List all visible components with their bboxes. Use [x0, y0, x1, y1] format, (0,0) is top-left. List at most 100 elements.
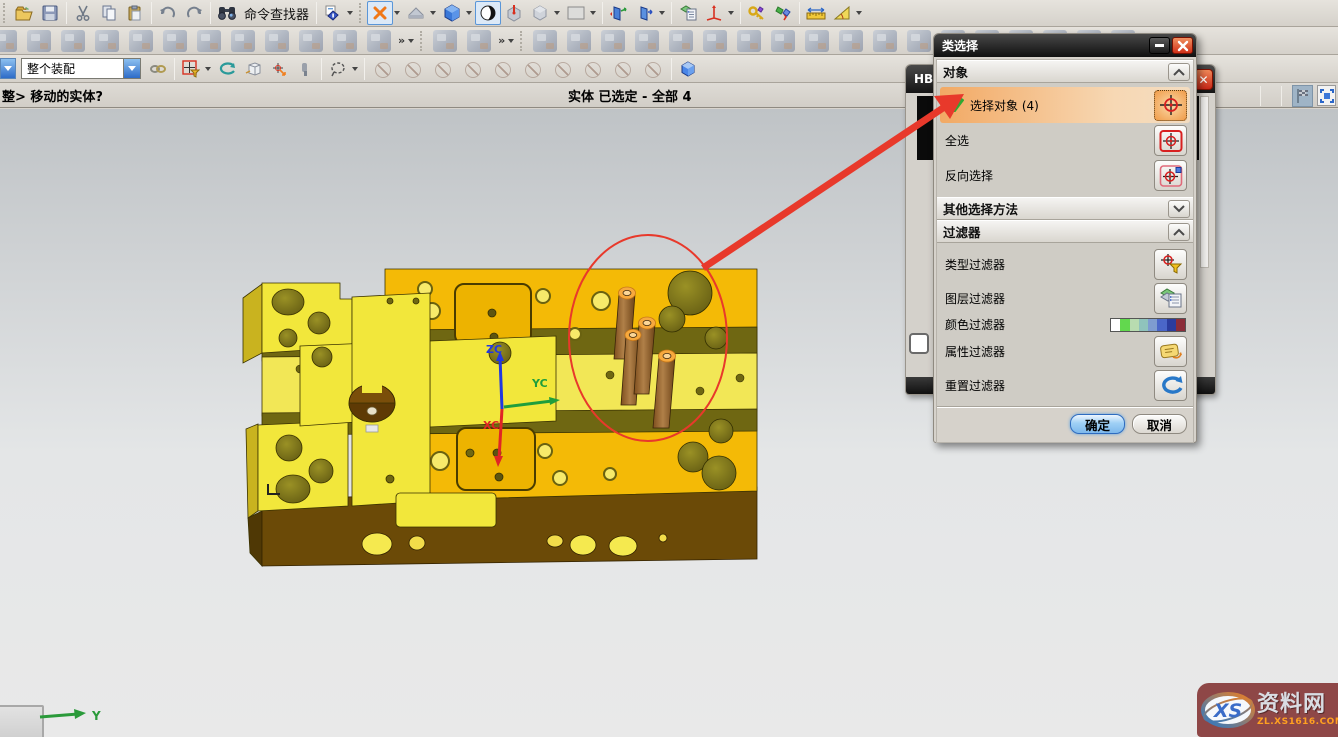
color-swatch[interactable] [1130, 319, 1139, 331]
modeling-feature-icon[interactable] [737, 30, 761, 52]
restore-window-icon[interactable] [1317, 85, 1336, 106]
interpart-link-icon[interactable] [145, 57, 171, 81]
snap-point-icon[interactable] [522, 59, 544, 79]
snap-point-icon[interactable] [612, 59, 634, 79]
modeling-feature-icon[interactable] [567, 30, 591, 52]
close-icon[interactable] [1172, 37, 1193, 54]
shaded-display-icon[interactable] [475, 1, 501, 25]
modeling-feature-icon[interactable] [61, 30, 85, 52]
display-color-swatch-icon[interactable] [563, 1, 589, 25]
dropdown-caret[interactable] [659, 11, 665, 15]
point-constructor-icon[interactable] [266, 57, 292, 81]
dropdown-caret[interactable] [430, 11, 436, 15]
move-face-icon[interactable] [606, 1, 632, 25]
wireframe-cube-icon[interactable] [527, 1, 553, 25]
ok-button[interactable]: 确定 [1070, 414, 1125, 434]
toolbar-overflow[interactable]: » [498, 34, 505, 47]
snap-point-icon[interactable] [372, 59, 394, 79]
layer-filter-row[interactable]: 图层过滤器 [940, 281, 1190, 315]
datum-csys-icon[interactable] [501, 1, 527, 25]
open-icon[interactable] [11, 1, 37, 25]
modeling-feature-icon[interactable] [839, 30, 863, 52]
minimize-icon[interactable] [1149, 37, 1170, 54]
modeling-feature-icon[interactable] [0, 30, 17, 52]
selection-filter-icon[interactable] [178, 57, 204, 81]
scrollbar[interactable] [1200, 96, 1209, 268]
reset-filter-button[interactable] [1154, 370, 1187, 401]
modeling-feature-icon[interactable] [433, 30, 457, 52]
modeling-feature-icon[interactable] [367, 30, 391, 52]
checkbox[interactable] [909, 333, 929, 354]
type-filter-row[interactable]: 类型过滤器 [940, 247, 1190, 281]
copy-icon[interactable] [96, 1, 122, 25]
collapse-chevron-icon[interactable] [1168, 223, 1190, 241]
section-header-filters[interactable]: 过滤器 [937, 220, 1193, 243]
color-swatch[interactable] [1148, 319, 1157, 331]
modeling-feature-icon[interactable] [467, 30, 491, 52]
modeling-feature-icon[interactable] [907, 30, 931, 52]
expand-chevron-icon[interactable] [1168, 200, 1190, 218]
dropdown-caret[interactable] [554, 11, 560, 15]
color-swatch[interactable] [1167, 319, 1176, 331]
modeling-feature-icon[interactable] [873, 30, 897, 52]
modeling-feature-icon[interactable] [703, 30, 727, 52]
collapse-chevron-icon[interactable] [1168, 63, 1190, 81]
dialog-box-icon[interactable] [240, 57, 266, 81]
color-swatch[interactable] [1111, 319, 1120, 331]
command-finder-icon[interactable] [214, 1, 240, 25]
modeling-feature-icon[interactable] [231, 30, 255, 52]
color-swatch[interactable] [1139, 319, 1148, 331]
toolbar-grip[interactable] [420, 31, 425, 51]
dropdown-caret[interactable] [408, 39, 414, 43]
wcs-display-icon[interactable] [701, 1, 727, 25]
snap-point-icon[interactable] [402, 59, 424, 79]
measure-angle-icon[interactable] [829, 1, 855, 25]
attribute-filter-row[interactable]: 属性过滤器 [940, 334, 1190, 368]
transform-face-icon[interactable] [632, 1, 658, 25]
select-all-row[interactable]: 全选 [940, 123, 1190, 158]
dropdown-caret[interactable] [466, 11, 472, 15]
section-header-other-methods[interactable]: 其他选择方法 [937, 197, 1193, 220]
modeling-feature-icon[interactable] [333, 30, 357, 52]
modeling-feature-icon[interactable] [95, 30, 119, 52]
dropdown-caret[interactable] [856, 11, 862, 15]
layer-filter-button[interactable] [1154, 283, 1187, 314]
dropdown-caret[interactable] [352, 67, 358, 71]
snap-point-icon[interactable] [582, 59, 604, 79]
dropdown-caret[interactable] [347, 11, 353, 15]
modeling-feature-icon[interactable] [129, 30, 153, 52]
paste-icon[interactable] [122, 1, 148, 25]
toolbar-grip[interactable] [520, 31, 525, 51]
toolbar-grip[interactable] [3, 3, 8, 23]
dropdown-caret[interactable] [205, 67, 211, 71]
modeling-feature-icon[interactable] [533, 30, 557, 52]
dropdown-caret[interactable] [590, 11, 596, 15]
redo-icon[interactable] [181, 1, 207, 25]
modeling-feature-icon[interactable] [163, 30, 187, 52]
orange-x-marker-icon[interactable] [367, 1, 393, 25]
select-all-button[interactable] [1154, 125, 1187, 156]
grip-tool-icon[interactable] [292, 57, 318, 81]
key-diamond-icon[interactable] [770, 1, 796, 25]
dropdown-caret[interactable] [728, 11, 734, 15]
numbered-tag-icon[interactable] [320, 1, 346, 25]
toolbar-grip[interactable] [359, 3, 364, 23]
select-object-button[interactable] [1154, 90, 1187, 121]
modeling-feature-icon[interactable] [635, 30, 659, 52]
color-swatch[interactable] [1120, 319, 1129, 331]
undo-icon[interactable] [155, 1, 181, 25]
layer-settings-icon[interactable] [675, 1, 701, 25]
cancel-button[interactable]: 取消 [1132, 414, 1187, 434]
attribute-filter-button[interactable] [1154, 336, 1187, 367]
modeling-feature-icon[interactable] [771, 30, 795, 52]
modeling-feature-icon[interactable] [265, 30, 289, 52]
dropdown-caret[interactable] [508, 39, 514, 43]
command-finder-label[interactable]: 命令查找器 [244, 4, 309, 23]
modeling-feature-icon[interactable] [299, 30, 323, 52]
modeling-feature-icon[interactable] [197, 30, 221, 52]
cut-icon[interactable] [70, 1, 96, 25]
view-filter-dropdown[interactable] [0, 58, 16, 79]
snap-point-icon[interactable] [642, 59, 664, 79]
modeling-feature-icon[interactable] [601, 30, 625, 52]
dropdown-caret[interactable] [394, 11, 400, 15]
